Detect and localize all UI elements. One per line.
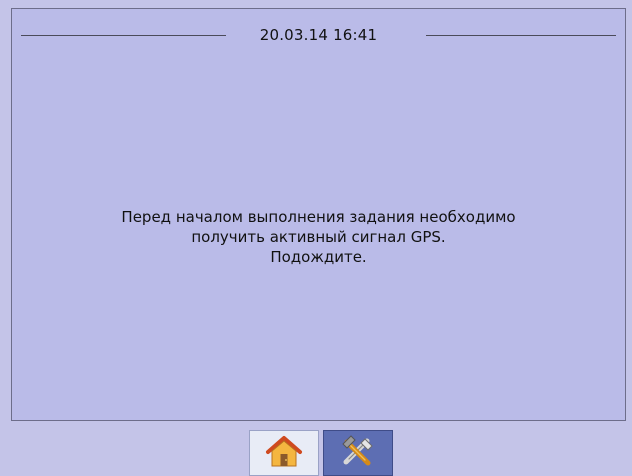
gps-message: Перед началом выполнения задания необход… [12, 207, 625, 267]
gps-message-line-1: Перед началом выполнения задания необход… [121, 208, 516, 226]
header-rule-right [426, 35, 616, 36]
home-icon [264, 433, 304, 473]
bottom-toolbar [249, 430, 393, 476]
message-panel: 20.03.14 16:41 Перед началом выполнения … [11, 8, 626, 421]
gps-message-line-2: получить активный сигнал GPS. [191, 228, 446, 246]
home-button[interactable] [249, 430, 319, 476]
tools-icon [337, 432, 379, 474]
gps-message-line-3: Подождите. [270, 248, 367, 266]
panel-header: 20.03.14 16:41 [12, 9, 625, 45]
tools-button[interactable] [323, 430, 393, 476]
gps-wait-screen: 20.03.14 16:41 Перед началом выполнения … [0, 0, 632, 476]
